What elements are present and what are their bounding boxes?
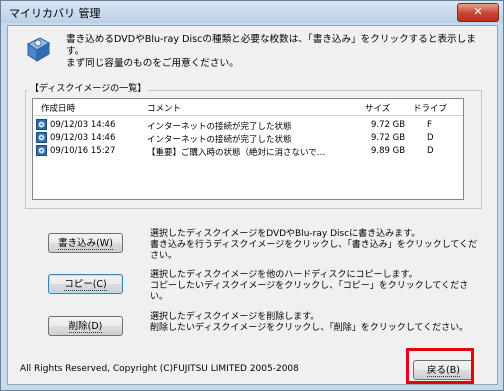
highlight-frame bbox=[406, 348, 474, 384]
copyright-text: All Rights Reserved, Copyright (C)FUJITS… bbox=[20, 364, 299, 374]
disc-image-icon bbox=[36, 145, 47, 156]
list-item[interactable]: 09/12/03 14:46 インターネットの接続が完了した状態 9.72 GB… bbox=[33, 119, 463, 132]
row-comment: インターネットの接続が完了した状態 bbox=[147, 122, 292, 132]
close-icon: ✕ bbox=[473, 5, 483, 18]
dialog-window: マイリカバリ 管理 ✕ 書き込めるDVDやBlu-ray Discの種類と必要な… bbox=[0, 0, 504, 391]
row-drive: F bbox=[427, 120, 432, 130]
disc-image-icon bbox=[36, 132, 47, 143]
disc-image-icon bbox=[36, 119, 47, 130]
delete-button-label: 削除(D) bbox=[68, 321, 103, 333]
close-button[interactable]: ✕ bbox=[457, 3, 499, 22]
column-header-comment[interactable]: コメント bbox=[147, 102, 181, 114]
dialog-body: 書き込めるDVDやBlu-ray Discの種類と必要な枚数は、「書き込み」をク… bbox=[7, 25, 498, 385]
disc-tools-icon bbox=[27, 37, 51, 62]
column-header-drive[interactable]: ドライブ bbox=[413, 102, 447, 114]
row-date: 09/12/03 14:46 bbox=[50, 120, 116, 130]
window-title: マイリカバリ 管理 bbox=[9, 7, 101, 20]
intro-text: 書き込めるDVDやBlu-ray Discの種類と必要な枚数は、「書き込み」をク… bbox=[66, 34, 476, 69]
copy-description: 選択したディスクイメージを他のハードディスクにコピーします。 コピーしたいディス… bbox=[150, 270, 469, 302]
disc-image-list[interactable]: 作成日時 コメント サイズ ドライブ 09/12/03 14:46 インターネッ… bbox=[32, 98, 464, 200]
column-header-date[interactable]: 作成日時 bbox=[41, 102, 75, 114]
row-size: 9.72 GB bbox=[371, 120, 406, 130]
row-drive: D bbox=[427, 146, 434, 156]
row-date: 09/12/03 14:46 bbox=[50, 133, 116, 143]
row-drive: D bbox=[427, 133, 434, 143]
write-button-label: 書き込み(W) bbox=[58, 238, 113, 250]
row-date: 09/10/16 15:27 bbox=[50, 146, 116, 156]
column-header-size[interactable]: サイズ bbox=[365, 102, 390, 114]
row-size: 9.89 GB bbox=[371, 146, 406, 156]
list-header: 作成日時 コメント サイズ ドライブ bbox=[33, 99, 463, 116]
delete-description: 選択したディスクイメージを削除します。 削除したいディスクイメージをクリックし、… bbox=[150, 312, 469, 333]
row-comment: インターネットの接続が完了した状態 bbox=[147, 135, 292, 145]
list-item[interactable]: 09/12/03 14:46 インターネットの接続が完了した状態 9.72 GB… bbox=[33, 132, 463, 145]
disc-image-list-label: 【ディスクイメージの一覧】 bbox=[28, 81, 149, 94]
copy-button-label: コピー(C) bbox=[64, 279, 107, 291]
copy-button[interactable]: コピー(C) bbox=[48, 274, 123, 294]
list-item[interactable]: 09/10/16 15:27 【重要】ご購入時の状態（絶対に消さないで… 9.8… bbox=[33, 145, 463, 158]
write-button[interactable]: 書き込み(W) bbox=[48, 233, 123, 253]
write-description: 選択したディスクイメージをDVDやBlu-ray Discに書き込みます。 書き… bbox=[150, 229, 478, 261]
title-bar[interactable]: マイリカバリ 管理 ✕ bbox=[1, 1, 503, 23]
row-comment: 【重要】ご購入時の状態（絶対に消さないで… bbox=[147, 148, 326, 158]
row-size: 9.72 GB bbox=[371, 133, 406, 143]
delete-button[interactable]: 削除(D) bbox=[48, 316, 123, 336]
